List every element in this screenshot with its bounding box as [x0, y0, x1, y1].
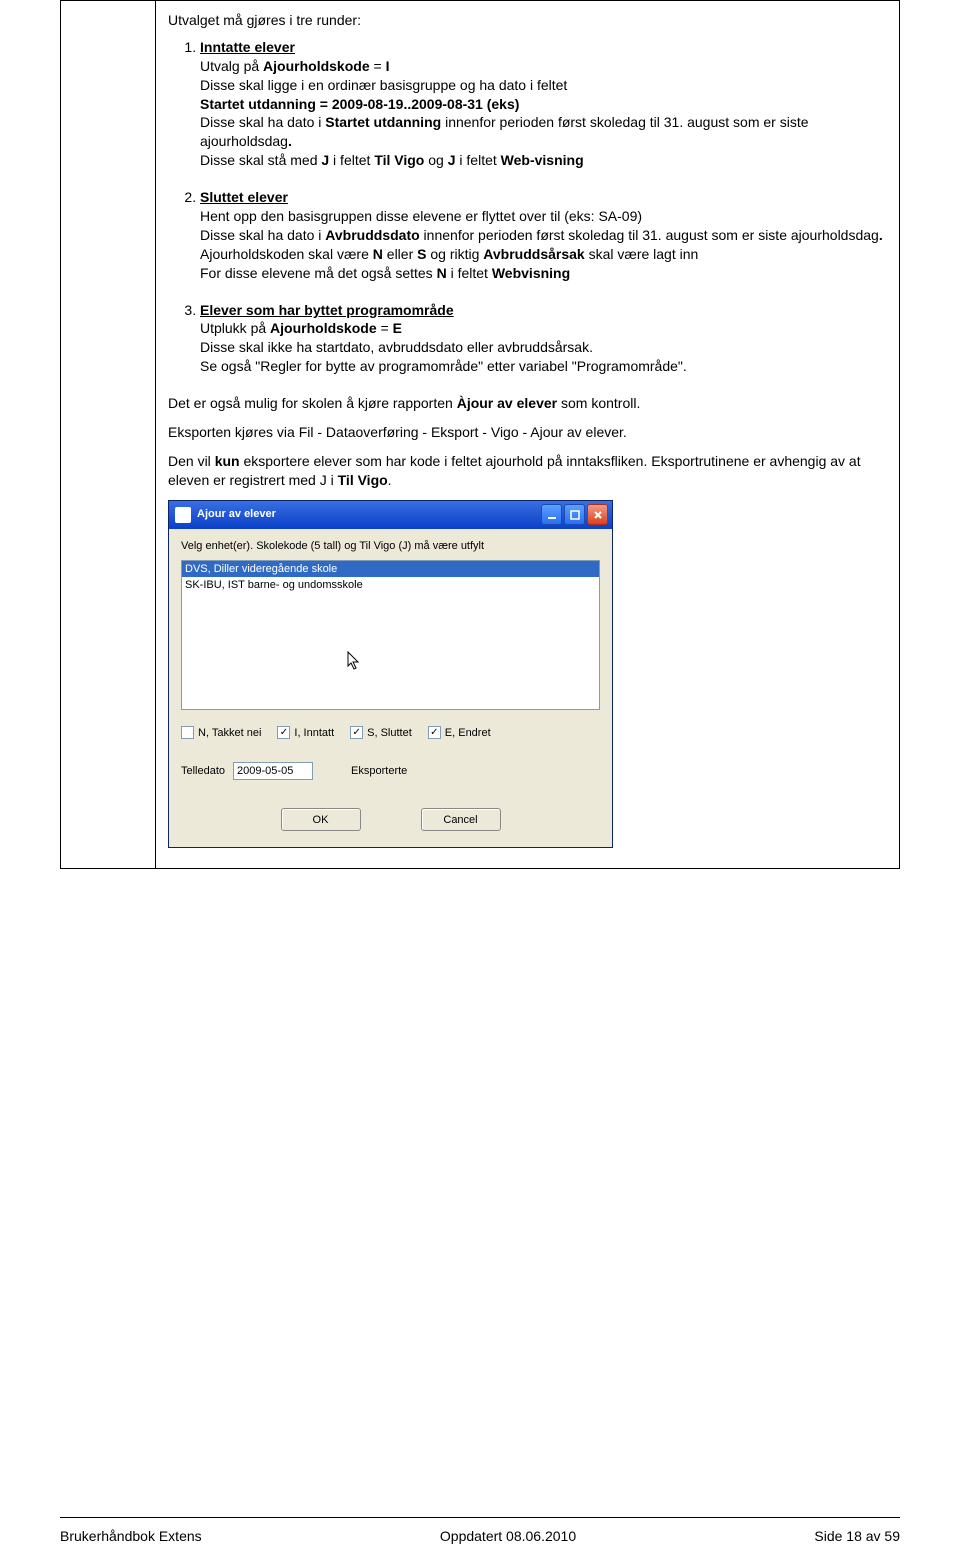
listbox[interactable]: DVS, Diller videregående skole SK-IBU, I…	[181, 560, 600, 710]
footer-rule	[60, 1517, 900, 1518]
content-cell: Utvalget må gjøres i tre runder: Inntatt…	[156, 1, 900, 869]
ajour-dialog: Ajour av elever	[168, 500, 613, 849]
checkbox-n[interactable]: N, Takket nei	[181, 726, 261, 741]
content-list: Inntatte elever Utvalg på Ajourholdskode…	[168, 38, 887, 376]
li-body: Utplukk på Ajourholdskode = EDisse skal …	[200, 320, 687, 374]
checkbox-icon[interactable]: ✓	[277, 726, 290, 739]
dialog-instruction: Velg enhet(er). Skolekode (5 tall) og Ti…	[181, 539, 600, 554]
li-body: Utvalg på Ajourholdskode = IDisse skal l…	[200, 58, 809, 168]
list-item: Sluttet elever Hent opp den basisgruppen…	[200, 188, 887, 282]
close-button[interactable]	[587, 504, 608, 525]
ok-button[interactable]: OK	[281, 808, 361, 831]
content-heading: Utvalget må gjøres i tre runder:	[168, 11, 887, 30]
checkbox-icon[interactable]	[181, 726, 194, 739]
date-row: Telledato Eksporterte	[181, 762, 600, 780]
telledato-input[interactable]	[233, 762, 313, 780]
eksporterte-label: Eksporterte	[351, 764, 407, 779]
list-item[interactable]: DVS, Diller videregående skole	[182, 561, 599, 578]
paragraph: Eksporten kjøres via Fil - Dataoverførin…	[168, 423, 887, 442]
checkbox-e[interactable]: ✓ E, Endret	[428, 726, 491, 741]
checkbox-row: N, Takket nei ✓ I, Inntatt ✓ S, Sluttet	[181, 726, 600, 741]
cancel-button[interactable]: Cancel	[421, 808, 501, 831]
list-item: Inntatte elever Utvalg på Ajourholdskode…	[200, 38, 887, 170]
telledato-label: Telledato	[181, 764, 225, 779]
button-row: OK Cancel	[181, 808, 600, 831]
dialog-title: Ajour av elever	[197, 507, 541, 522]
li-body: Hent opp den basisgruppen disse elevene …	[200, 208, 883, 281]
footer-center: Oppdatert 08.06.2010	[440, 1528, 576, 1544]
cursor-icon	[347, 651, 361, 671]
list-item[interactable]: SK-IBU, IST barne- og undomsskole	[182, 577, 599, 594]
checkbox-icon[interactable]: ✓	[428, 726, 441, 739]
content-table: Utvalget må gjøres i tre runder: Inntatt…	[60, 0, 900, 869]
minimize-button[interactable]	[541, 504, 562, 525]
checkbox-s[interactable]: ✓ S, Sluttet	[350, 726, 412, 741]
list-item: Elever som har byttet programområde Utpl…	[200, 301, 887, 377]
titlebar: Ajour av elever	[169, 501, 612, 529]
checkbox-icon[interactable]: ✓	[350, 726, 363, 739]
page-footer: Brukerhåndbok Extens Oppdatert 08.06.201…	[60, 1528, 900, 1544]
maximize-button[interactable]	[564, 504, 585, 525]
app-icon	[175, 507, 191, 523]
paragraph: Det er også mulig for skolen å kjøre rap…	[168, 394, 887, 413]
paragraph: Den vil kun eksportere elever som har ko…	[168, 452, 887, 490]
footer-right: Side 18 av 59	[814, 1528, 900, 1544]
checkbox-i[interactable]: ✓ I, Inntatt	[277, 726, 334, 741]
footer-left: Brukerhåndbok Extens	[60, 1528, 202, 1544]
left-cell	[61, 1, 156, 869]
